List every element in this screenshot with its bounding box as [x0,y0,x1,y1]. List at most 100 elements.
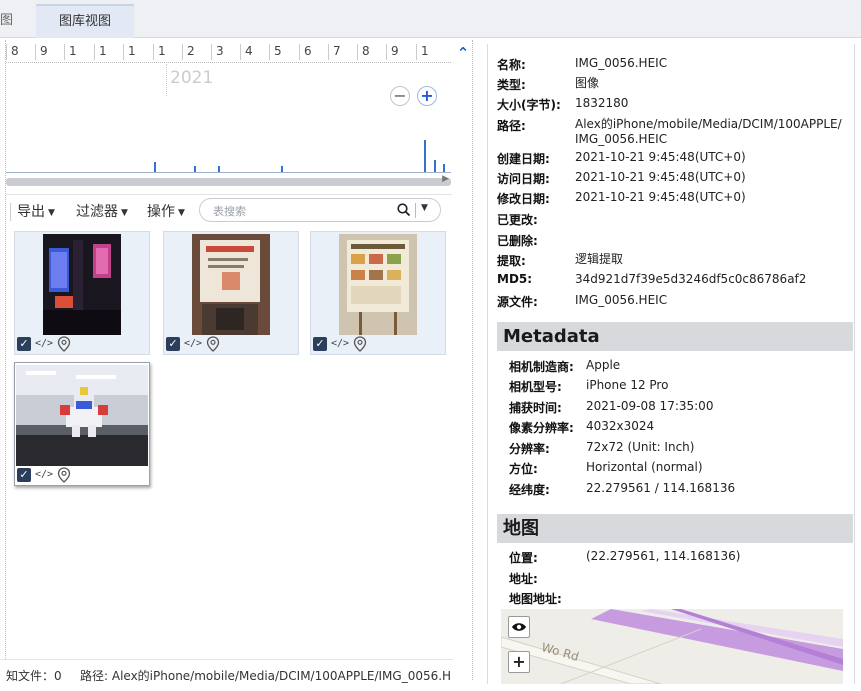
tab-partial[interactable]: 图 [0,9,16,31]
thumbnail-image[interactable] [16,365,148,466]
location-pin-icon[interactable] [57,335,71,352]
field-label: 已更改: [497,213,538,227]
thumbnail-indicators: ✓ </> [166,335,220,352]
field-label: 访问日期: [497,172,550,186]
field-label: MD5: [497,272,533,286]
scroll-right-arrow-icon[interactable]: ▶ [442,174,449,184]
field-value: 72x72 (Unit: Inch) [586,440,695,454]
code-icon[interactable]: </> [35,469,53,480]
field-value: 图像 [575,76,600,90]
checkbox-checked-icon[interactable]: ✓ [313,336,327,351]
map-section-header[interactable]: 地图 [497,514,853,543]
checkbox-checked-icon[interactable]: ✓ [166,336,180,351]
thumbnail-card-selected[interactable]: ✓ </> [14,362,150,486]
field-value: iPhone 12 Pro [586,378,669,392]
toolbar-divider [10,203,11,221]
thumbnail-image[interactable] [339,234,417,335]
location-pin-icon[interactable] [353,335,367,352]
timeline-year-marker [166,64,167,96]
tab-bar: 图 图库视图 [0,0,861,38]
timeline-tick: 8 [6,44,34,60]
thumbnail-grid: ✓ </> ✓ </> ✓ </> ✓ </> [14,231,452,501]
actions-label: 操作 [147,204,175,220]
field-label: 地图地址: [509,592,562,606]
field-label: 大小(字节): [497,98,561,112]
field-value: 34d921d7f39e5d3246df5c0c86786af2 [575,272,807,286]
field-label: 方位: [509,462,538,476]
code-icon[interactable]: </> [184,338,202,349]
timeline-tick: 9 [35,44,63,60]
field-value: Alex的iPhone/mobile/Media/DCIM/100APPLE/ [575,117,842,131]
timeline-tick: 1 [416,44,444,60]
timeline-tick: 9 [386,44,414,60]
timeline-zoom-in-button[interactable]: + [417,86,437,106]
timeline-tick: 6 [299,44,327,60]
export-dropdown[interactable]: 导出 ▼ [17,201,55,221]
location-pin-icon[interactable] [57,466,71,483]
timeline-tick: 1 [153,44,181,60]
timeline-tick: 4 [240,44,268,60]
location-pin-icon[interactable] [206,335,220,352]
timeline-divider [6,62,451,63]
field-value: 4032x3024 [586,419,655,433]
search-options-dropdown-icon[interactable]: ▼ [421,203,428,213]
code-icon[interactable]: </> [35,338,53,349]
map-zoom-in-button[interactable]: + [508,651,530,673]
field-value: Horizontal (normal) [586,460,703,474]
timeline-tick: 8 [357,44,385,60]
field-value-continued: IMG_0056.HEIC [575,132,668,146]
thumbnail-indicators: ✓ </> [17,335,71,352]
search-icon[interactable] [396,202,412,218]
timeline-tick: 2 [182,44,210,60]
thumbnail-card[interactable]: ✓ </> [14,231,150,355]
gallery-panel: 8 9 1 1 1 1 2 3 4 5 6 7 8 9 1 2021 − + ▶… [0,38,453,691]
export-label: 导出 [17,204,45,220]
search-divider [415,203,416,218]
left-edge-divider [5,40,6,660]
actions-dropdown[interactable]: 操作 ▼ [147,201,185,221]
code-icon[interactable]: </> [331,338,349,349]
field-value: 2021-10-21 9:45:48(UTC+0) [575,170,746,184]
field-label: 名称: [497,58,526,72]
timeline-month-ticks: 8 9 1 1 1 1 2 3 4 5 6 7 8 9 1 [6,44,451,60]
field-value: 逻辑提取 [575,252,624,266]
field-value: 2021-10-21 9:45:48(UTC+0) [575,150,746,164]
checkbox-checked-icon[interactable]: ✓ [17,336,31,351]
map-view[interactable]: Wo Rd + [501,609,843,684]
table-search-field[interactable]: 表搜索 ▼ [199,198,441,222]
panel-splitter[interactable] [472,40,473,680]
field-label: 像素分辨率: [509,421,574,435]
thumbnail-card[interactable]: ✓ </> [310,231,446,355]
thumbnail-image[interactable] [43,234,121,335]
tab-gallery-view[interactable]: 图库视图 [36,4,134,38]
timeline-tick: 1 [94,44,122,60]
metadata-section-header[interactable]: Metadata [497,322,853,351]
collapse-up-icon[interactable]: ⌃ [455,45,471,63]
field-label: 分辨率: [509,442,550,456]
filter-label: 过滤器 [76,204,118,220]
map-visibility-eye-icon[interactable] [508,616,530,638]
timeline-tick: 5 [269,44,297,60]
thumbnail-card[interactable]: ✓ </> [163,231,299,355]
timeline[interactable]: 8 9 1 1 1 1 2 3 4 5 6 7 8 9 1 2021 − + ▶ [6,44,451,186]
field-label: 位置: [509,551,538,565]
timeline-scrollbar[interactable]: ▶ [6,174,451,186]
timeline-activity-spike [443,164,445,172]
field-label: 创建日期: [497,152,550,166]
thumbnail-image[interactable] [192,234,270,335]
field-label: 提取: [497,254,526,268]
field-label: 经纬度: [509,483,550,497]
timeline-activity-spike [434,160,436,172]
thumbnail-indicators: ✓ </> [313,335,367,352]
field-value: 2021-10-21 9:45:48(UTC+0) [575,190,746,204]
timeline-zoom-out-button[interactable]: − [390,86,410,106]
app-window: 图 图库视图 8 9 1 1 1 1 2 3 4 5 6 7 8 9 1 202… [0,0,861,691]
filter-dropdown[interactable]: 过滤器 ▼ [76,201,128,221]
thumbnail-indicators: ✓ </> [17,466,71,483]
field-value: 22.279561 / 114.168136 [586,481,736,495]
field-value: 2021-09-08 17:35:00 [586,399,714,413]
field-label: 已删除: [497,234,538,248]
checkbox-checked-icon[interactable]: ✓ [17,467,31,482]
gallery-toolbar: 导出 ▼ 过滤器 ▼ 操作 ▼ 表搜索 ▼ [6,194,452,224]
field-label: 路径: [497,119,526,133]
